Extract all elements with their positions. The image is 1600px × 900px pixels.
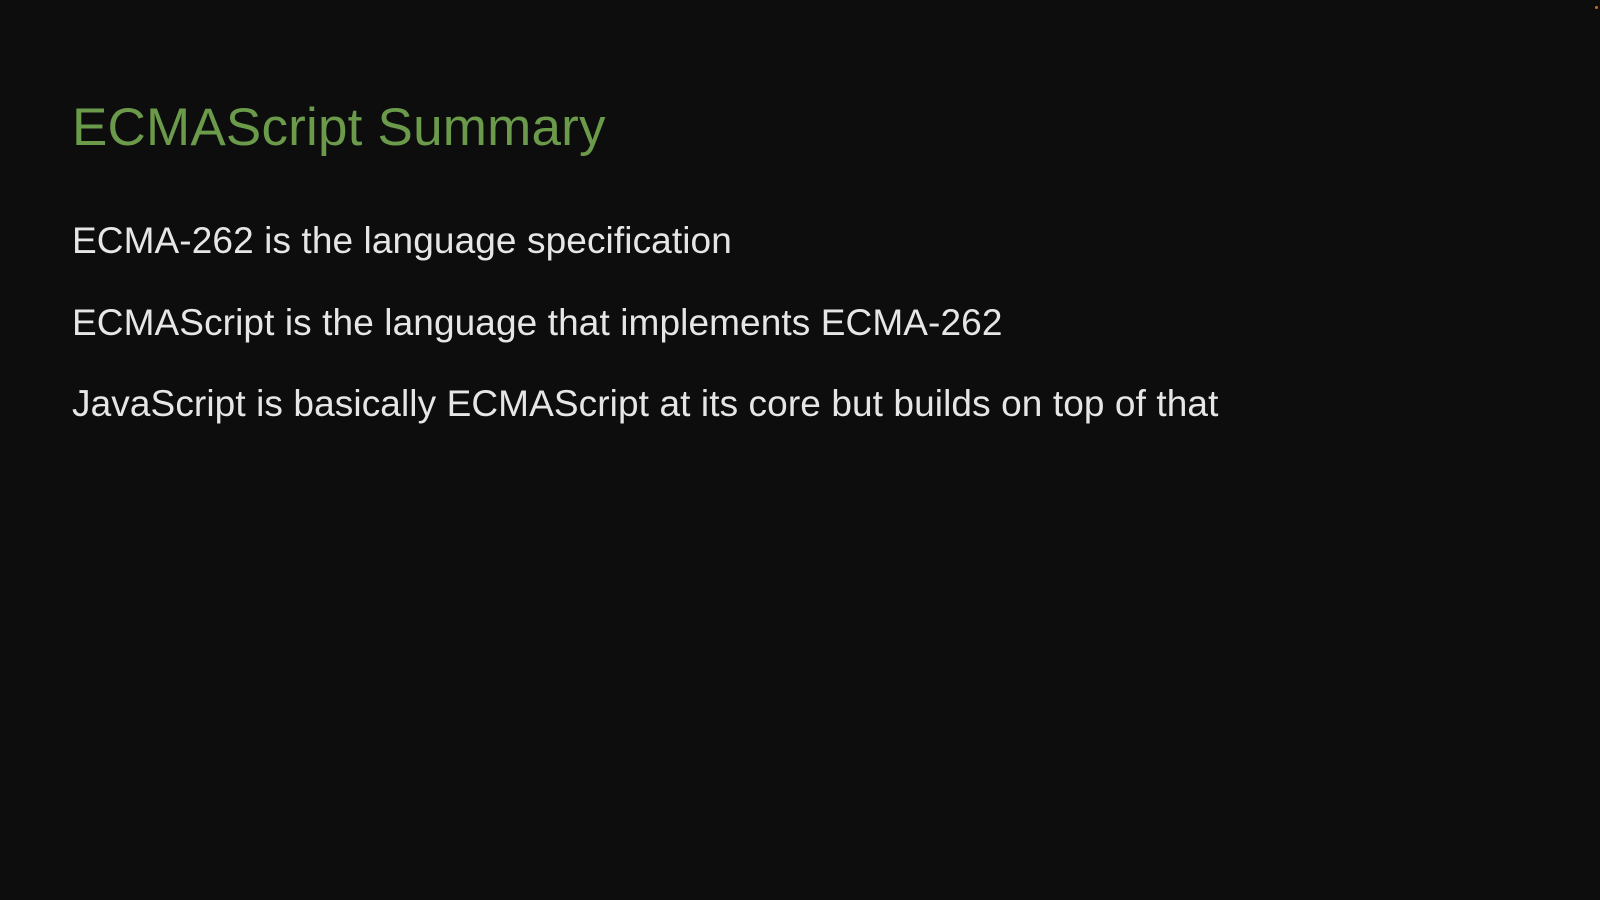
bullet-list: ECMA-262 is the language specification E… [72,216,1219,461]
slide-title: ECMAScript Summary [72,98,606,157]
corner-dot-icon [1595,6,1598,9]
bullet-item-ecmascript: ECMAScript is the language that implemen… [72,301,1003,343]
presentation-slide: ECMAScript Summary ECMA-262 is the langu… [0,0,1600,900]
bullet-item-javascript: JavaScript is basically ECMAScript at it… [72,383,1219,424]
bullet-item-ecma-262: ECMA-262 is the language specification [72,220,732,261]
